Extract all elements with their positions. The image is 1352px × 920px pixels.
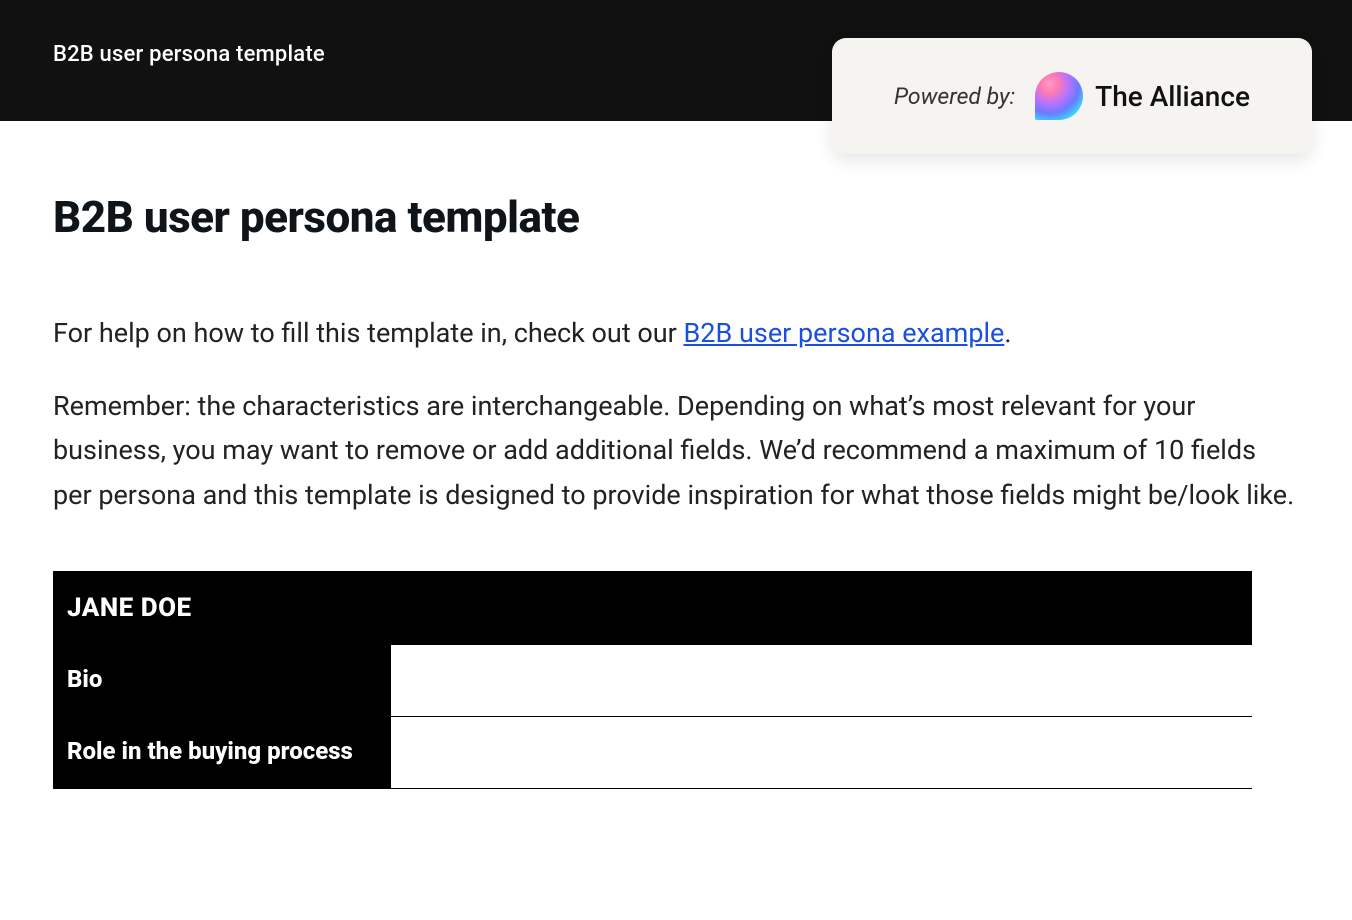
table-row: Role in the buying process — [53, 717, 1252, 789]
topbar-title: B2B user persona template — [53, 42, 325, 67]
row-value-role — [391, 717, 1252, 789]
row-value-bio — [391, 645, 1252, 717]
alliance-brand-text: The Alliance — [1095, 80, 1250, 113]
page-title: B2B user persona template — [53, 191, 1299, 243]
alliance-logo-icon — [1035, 72, 1083, 120]
powered-by-label: Powered by: — [894, 83, 1015, 110]
example-link[interactable]: B2B user persona example — [683, 317, 1004, 349]
intro-paragraph-1: For help on how to fill this template in… — [53, 311, 1299, 356]
document-body: B2B user persona template For help on ho… — [0, 121, 1352, 789]
alliance-brand: The Alliance — [1035, 72, 1250, 120]
persona-table: JANE DOE Bio Role in the buying process — [53, 571, 1252, 789]
powered-by-card: Powered by: The Alliance — [832, 38, 1312, 154]
intro-section: For help on how to fill this template in… — [53, 311, 1299, 517]
table-row: Bio — [53, 645, 1252, 717]
intro-paragraph-2: Remember: the characteristics are interc… — [53, 384, 1299, 518]
persona-name-header: JANE DOE — [53, 571, 1252, 645]
row-label-bio: Bio — [53, 645, 391, 717]
topbar: B2B user persona template Powered by: Th… — [0, 0, 1352, 121]
intro-p1-prefix: For help on how to fill this template in… — [53, 317, 683, 349]
intro-p1-suffix: . — [1004, 317, 1011, 349]
row-label-role: Role in the buying process — [53, 717, 391, 789]
